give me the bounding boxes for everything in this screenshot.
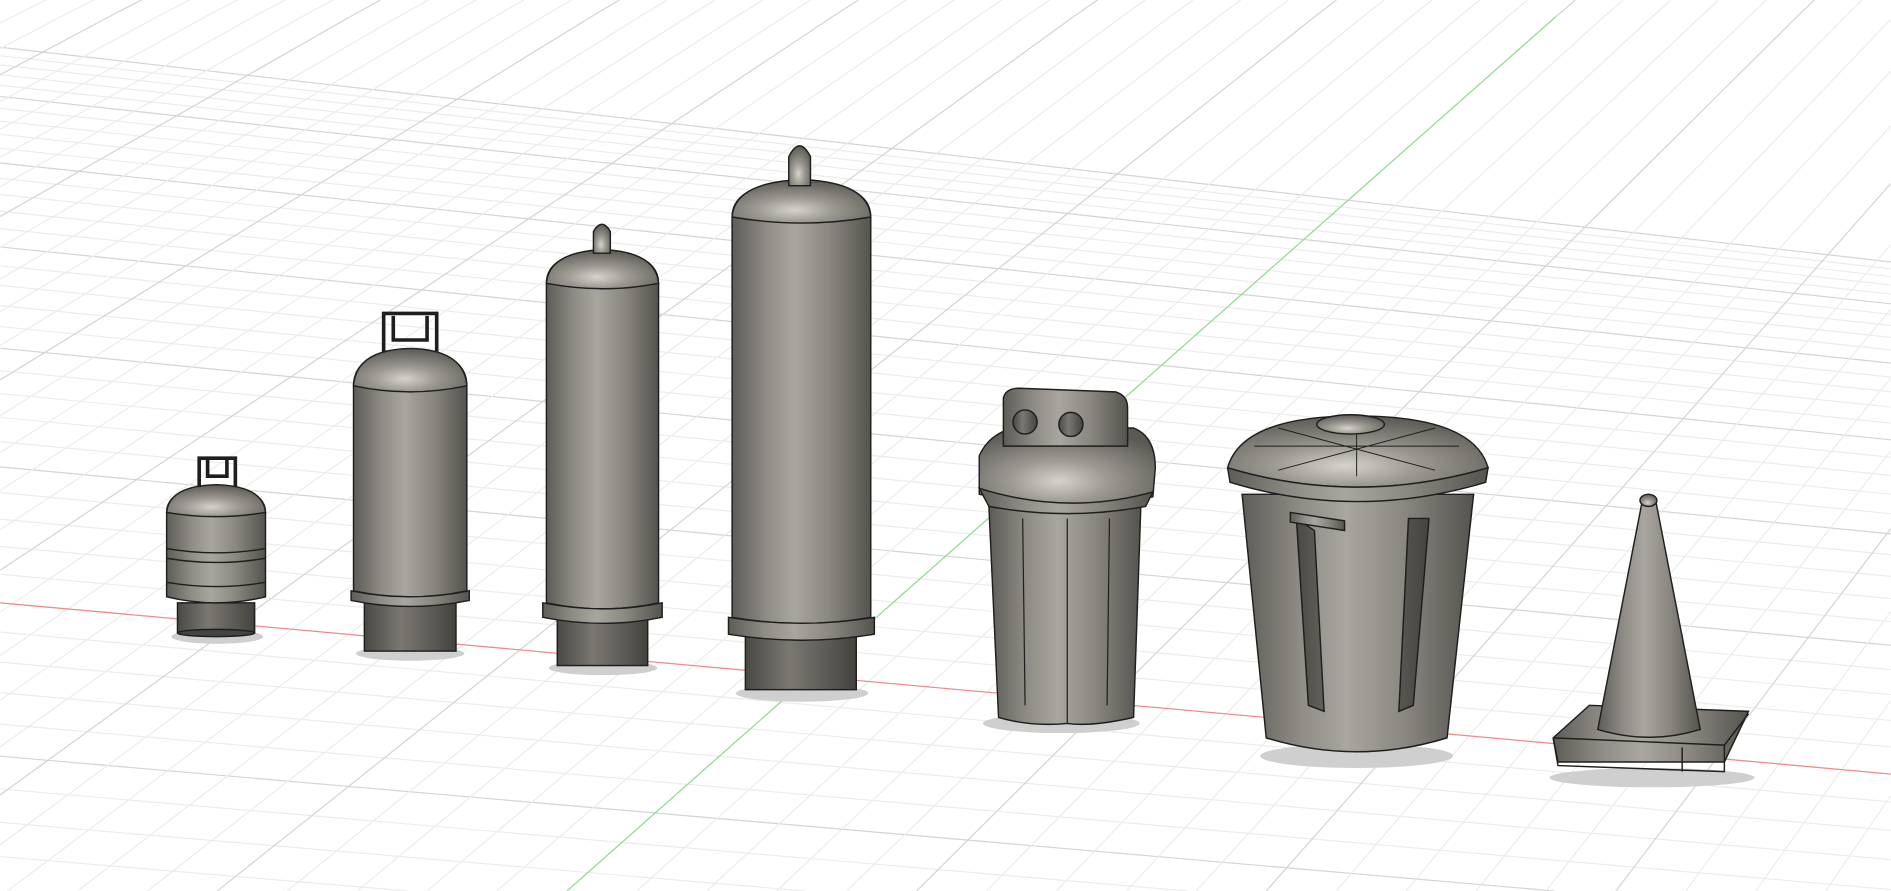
grid-line [1314, 0, 1337, 18]
grid-line [1796, 0, 1815, 18]
grid-line [1755, 700, 1891, 891]
grid-line [0, 193, 1891, 393]
propane-tank-medium[interactable] [350, 311, 470, 661]
grid-line [1555, 0, 1576, 18]
grid-line [1265, 0, 1289, 18]
grid-line [108, 0, 142, 18]
grid-line [687, 0, 716, 18]
grid-line [0, 855, 409, 891]
grid-line [0, 210, 1891, 408]
trash-can-round[interactable] [1226, 414, 1489, 769]
grid-line [0, 369, 1891, 556]
grid-line [0, 284, 1891, 476]
grid-line [783, 0, 811, 18]
grid-line [0, 246, 1891, 441]
grid-line [253, 0, 286, 18]
grid-line [0, 16, 447, 280]
grid-line [0, 55, 1891, 270]
grid-line [0, 107, 1891, 315]
grid-line [349, 0, 381, 18]
viewport-canvas[interactable] [0, 0, 1891, 891]
grid-line [0, 74, 1891, 286]
grid-line [1121, 0, 1146, 18]
grid-line [0, 821, 806, 891]
grid-line [0, 16, 158, 103]
grid-line [831, 0, 859, 18]
grid-line [0, 16, 61, 50]
grid-line [0, 16, 544, 346]
grid-line [1844, 0, 1863, 18]
grid-line [0, 16, 254, 158]
grid-line [1024, 0, 1050, 18]
grid-line [1458, 0, 1481, 18]
grid-line [0, 228, 1891, 424]
grid-line [0, 16, 592, 381]
grid-line [301, 0, 334, 18]
grid-line [446, 0, 477, 18]
grid-line [1169, 0, 1194, 18]
gas-cylinder-extra-tall[interactable] [727, 145, 876, 702]
grid-line [0, 441, 1891, 623]
grid-line [0, 177, 1891, 378]
cad-viewport[interactable] [0, 0, 1891, 891]
grid-line [1603, 0, 1624, 18]
grid-line [1410, 0, 1433, 18]
grid-line [60, 0, 95, 18]
grid-line [12, 0, 47, 18]
grid-line [0, 305, 1891, 495]
grid-line [0, 16, 399, 248]
grid-line [1651, 0, 1672, 18]
grid-line [590, 0, 620, 18]
grid-line [0, 16, 1074, 796]
grid-line [156, 0, 190, 18]
grid-line [0, 492, 1891, 671]
grid-line [1072, 0, 1098, 18]
grid-line [0, 788, 1188, 891]
grid-line [0, 416, 1891, 600]
grid-line [494, 0, 525, 18]
grid-line [1699, 0, 1720, 18]
grid-line [0, 64, 1891, 278]
grid-line [1825, 795, 1891, 891]
grid-line [0, 16, 13, 24]
grid-line [1506, 0, 1528, 18]
grid-line [1748, 0, 1767, 18]
trash-bin-square[interactable] [977, 387, 1157, 734]
grid-line [0, 147, 1891, 351]
grid-line [880, 0, 907, 18]
grid-line [204, 0, 238, 18]
gas-cylinder-tall[interactable] [542, 223, 663, 676]
grid-line [0, 16, 206, 130]
grid-line [397, 0, 429, 18]
grid-line [638, 0, 668, 18]
grid-line [0, 133, 1891, 338]
grid-line [542, 0, 572, 18]
grid-line [928, 0, 955, 18]
grid-line [1362, 0, 1385, 18]
propane-tank-small[interactable] [165, 456, 267, 644]
grid-line [735, 0, 764, 18]
grid-line [1217, 0, 1242, 18]
grid-line [976, 0, 1003, 18]
